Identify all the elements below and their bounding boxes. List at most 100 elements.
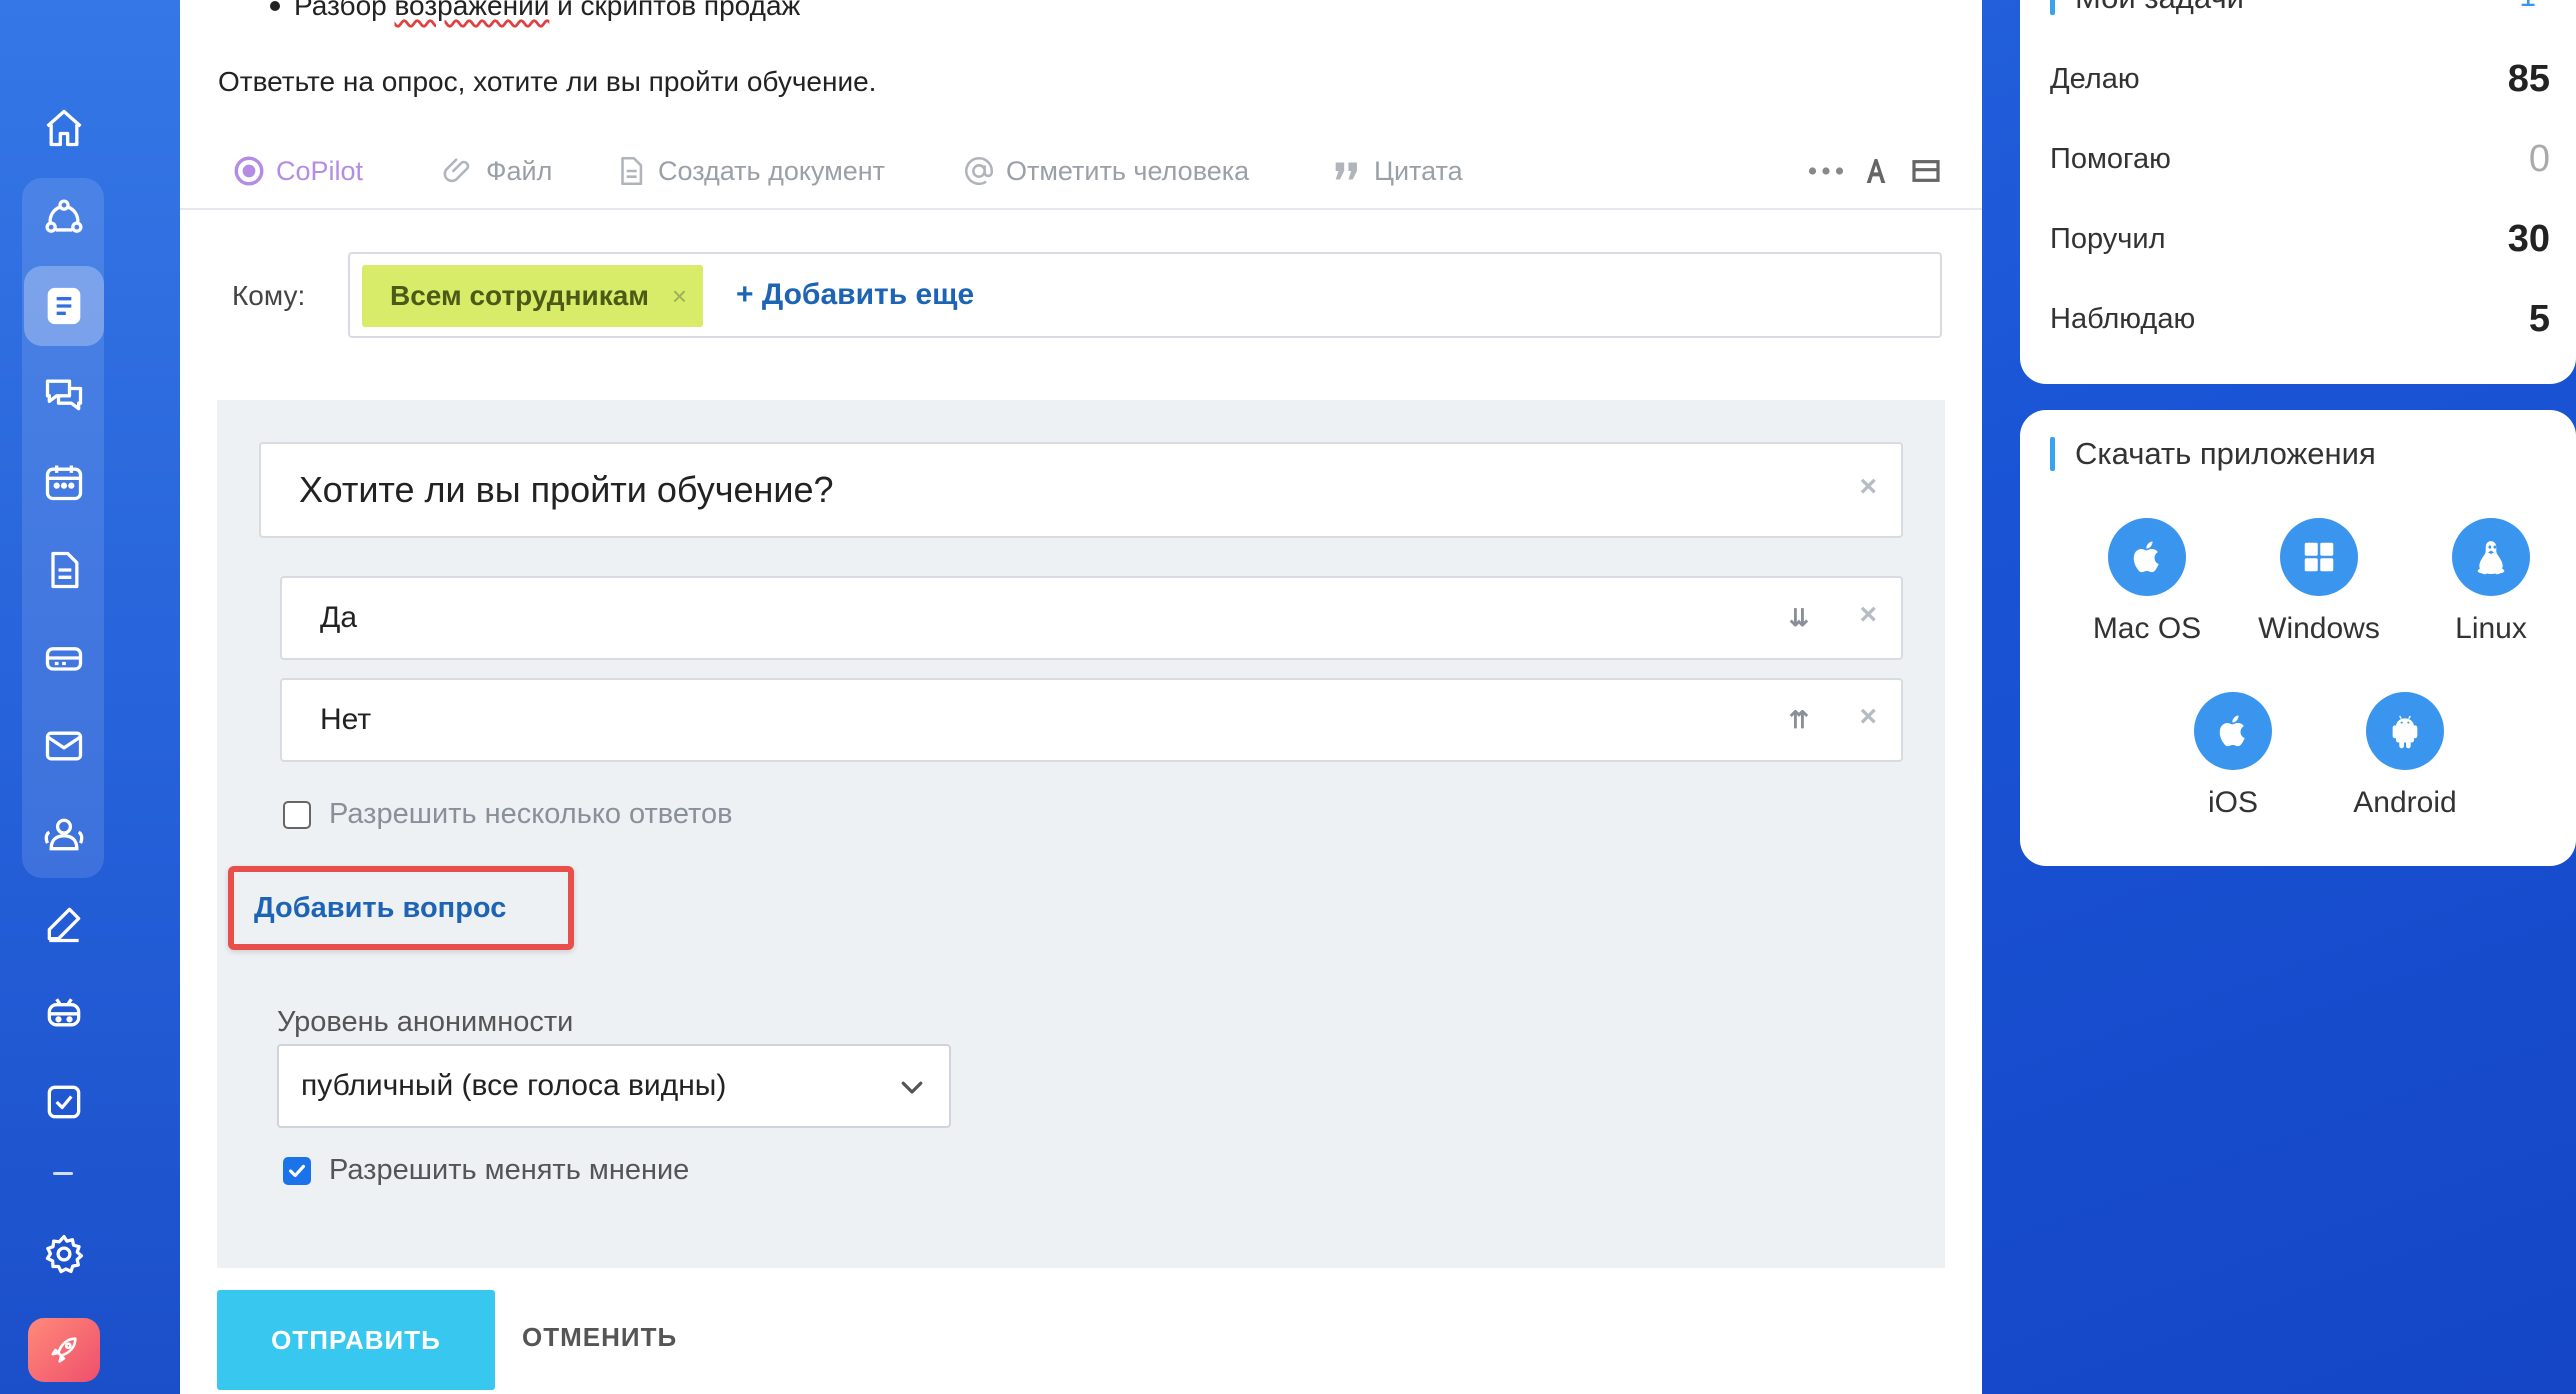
linux-icon — [2477, 541, 2505, 575]
anonymity-select[interactable]: публичный (все голоса видны) — [277, 1044, 951, 1128]
multiple-answers-option[interactable]: Разрешить несколько ответов — [283, 798, 733, 831]
app-windows[interactable]: Windows — [2244, 518, 2394, 646]
at-sign-icon — [965, 157, 994, 185]
app-name: Android — [2353, 786, 2457, 819]
add-recipient-link[interactable]: + Добавить еще — [736, 278, 974, 312]
sidebar-item-sign[interactable] — [0, 880, 128, 968]
app-icon-circle — [2452, 518, 2530, 596]
my-tasks-title[interactable]: Мои задачи — [2075, 0, 2244, 16]
task-stat-row[interactable]: Делаю 85 — [2050, 58, 2550, 101]
remove-answer-icon[interactable]: × — [1859, 700, 1877, 734]
chat-icon — [45, 379, 83, 411]
add-question-button[interactable]: Добавить вопрос — [228, 866, 574, 950]
task-stat-label: Поручил — [2050, 223, 2166, 255]
bullet-prefix: Разбор — [294, 0, 395, 21]
mention-label: Отметить человека — [1006, 155, 1250, 186]
sidebar-item-drive[interactable] — [0, 614, 128, 702]
app-name: iOS — [2207, 786, 2258, 819]
flows-icon — [45, 199, 83, 233]
download-apps-header: Скачать приложения — [2050, 436, 2376, 472]
remove-answer-icon[interactable]: × — [1859, 598, 1877, 632]
contacts-icon — [44, 818, 84, 851]
remove-question-icon[interactable]: × — [1859, 470, 1877, 504]
app-icon-circle — [2194, 692, 2272, 770]
my-tasks-count: 1 — [2519, 0, 2536, 14]
tasks-icon — [47, 1085, 81, 1119]
change-opinion-checkbox[interactable] — [283, 1156, 311, 1185]
recipients-label: Кому: — [232, 280, 306, 311]
sidebar-item-calendar[interactable] — [0, 438, 128, 526]
rocket-button[interactable] — [28, 1318, 100, 1382]
app-linux[interactable]: Linux — [2416, 518, 2566, 646]
quote-icon — [1335, 162, 1357, 180]
app-android[interactable]: Android — [2330, 692, 2480, 820]
sidebar-item-documents[interactable] — [0, 526, 128, 614]
poll-question-input[interactable]: Хотите ли вы пройти обучение? × — [259, 442, 1903, 538]
paperclip-icon — [443, 158, 470, 183]
anonymity-label: Уровень анонимности — [277, 1006, 574, 1038]
move-up-icon[interactable]: ⇈ — [1789, 706, 1809, 735]
quote-label: Цитата — [1374, 155, 1463, 186]
multiple-answers-label: Разрешить несколько ответов — [329, 798, 733, 830]
left-sidebar — [0, 0, 180, 1394]
task-stat-row[interactable]: Наблюдаю 5 — [2050, 298, 2550, 341]
sidebar-item-contacts[interactable] — [0, 790, 128, 878]
move-down-icon[interactable]: ⇊ — [1789, 604, 1809, 633]
spellcheck-word[interactable]: возражений — [395, 0, 550, 21]
sidebar-item-flows[interactable] — [0, 174, 128, 262]
robot-icon — [47, 998, 81, 1027]
sidebar-item-feed[interactable] — [0, 262, 128, 350]
sidebar-item-settings[interactable] — [0, 1210, 128, 1298]
document-icon — [621, 156, 643, 186]
create-document-label: Создать документ — [658, 155, 886, 186]
sidebar-item-chat[interactable] — [0, 350, 128, 438]
sidebar-item-home[interactable] — [0, 84, 128, 172]
recipients-field[interactable]: Всем сотрудникам × + Добавить еще — [348, 252, 1942, 338]
apple-icon — [2133, 541, 2159, 573]
font-icon — [1866, 159, 1886, 183]
download-apps-title: Скачать приложения — [2075, 436, 2376, 471]
app-name: Windows — [2258, 612, 2380, 645]
file-button[interactable]: Файл — [442, 146, 552, 196]
poll-answer-input[interactable]: Нет ⇈ × — [280, 678, 1903, 762]
poll-editor: Хотите ли вы пройти обучение? × Да ⇊ × Н… — [217, 400, 1945, 1268]
file-label: Файл — [486, 155, 553, 186]
sidebar-item-robot[interactable] — [0, 968, 128, 1056]
sidebar-item-mail[interactable] — [0, 702, 128, 790]
task-stat-label: Помогаю — [2050, 143, 2171, 175]
send-button[interactable]: ОТПРАВИТЬ — [217, 1290, 495, 1390]
app-name: Mac OS — [2092, 612, 2202, 645]
task-stat-label: Делаю — [2050, 63, 2140, 95]
bullet-suffix: и скриптов продаж — [549, 0, 801, 21]
title-accent — [2050, 437, 2055, 471]
task-stat-value: 85 — [2507, 58, 2550, 100]
recipient-tag[interactable]: Всем сотрудникам × — [362, 265, 703, 327]
post-intro-text[interactable]: Ответьте на опрос, хотите ли вы пройти о… — [218, 66, 876, 98]
app-macos[interactable]: Mac OS — [2072, 518, 2222, 646]
panel-toggle-button[interactable] — [1906, 148, 1946, 194]
poll-answer-input[interactable]: Да ⇊ × — [280, 576, 1903, 660]
sidebar-item-tasks[interactable] — [0, 1058, 128, 1146]
task-stat-row[interactable]: Поручил 30 — [2050, 218, 2550, 261]
answer-text: Да — [320, 601, 358, 634]
documents-icon — [51, 551, 79, 589]
change-opinion-option[interactable]: Разрешить менять мнение — [283, 1154, 689, 1187]
my-tasks-card: Мои задачи 1 Делаю 85 Помогаю 0 Поручил … — [2020, 0, 2576, 384]
more-button[interactable] — [1806, 148, 1846, 194]
recipient-remove-icon[interactable]: × — [672, 281, 687, 312]
multiple-answers-checkbox[interactable] — [283, 800, 311, 829]
cancel-button[interactable]: ОТМЕНИТЬ — [522, 1322, 677, 1353]
copilot-button[interactable]: CoPilot — [232, 146, 363, 196]
task-stat-row[interactable]: Помогаю 0 — [2050, 138, 2550, 181]
mention-button[interactable]: Отметить человека — [962, 146, 1249, 196]
bullet-dot — [270, 1, 280, 11]
create-document-button[interactable]: Создать документ — [614, 146, 885, 196]
task-stat-value: 5 — [2528, 298, 2550, 340]
settings-icon — [45, 1234, 84, 1274]
app-ios[interactable]: iOS — [2158, 692, 2308, 820]
app-icon-circle — [2108, 518, 2186, 596]
windows-icon — [2304, 542, 2334, 572]
quote-button[interactable]: Цитата — [1330, 146, 1463, 196]
text-format-button[interactable] — [1856, 148, 1896, 194]
checkmark-icon — [289, 1164, 305, 1177]
